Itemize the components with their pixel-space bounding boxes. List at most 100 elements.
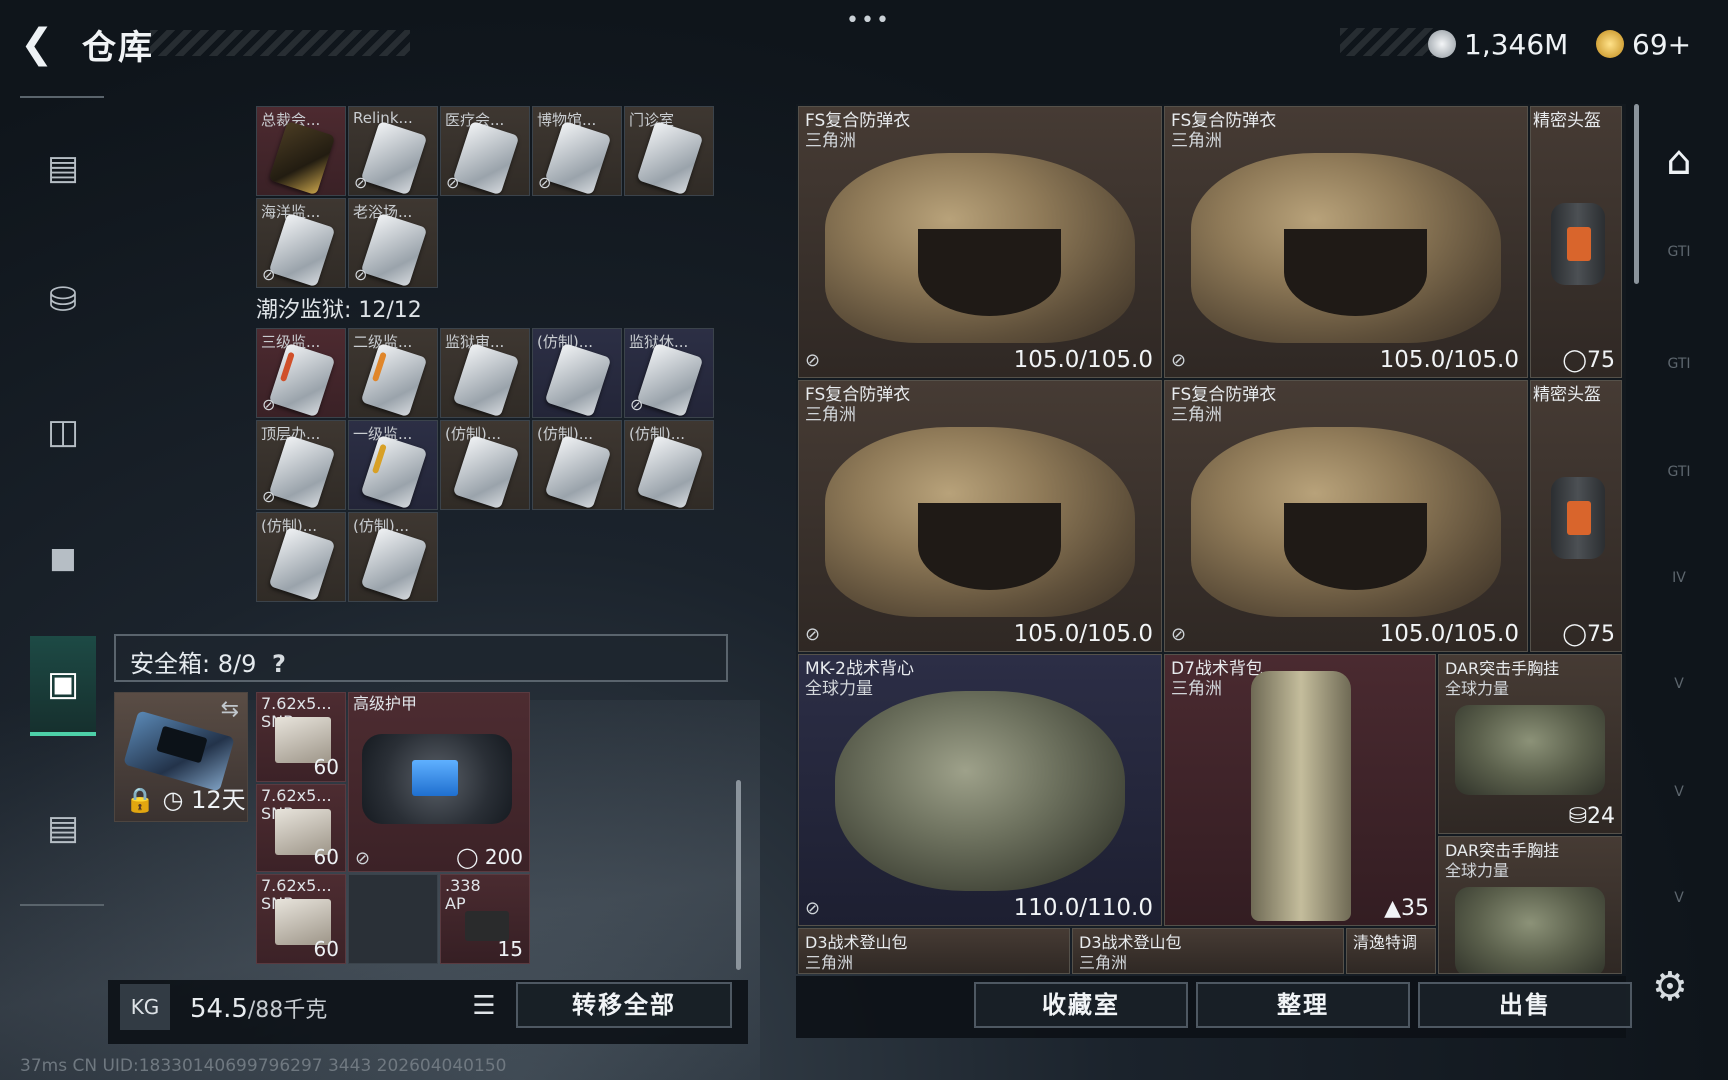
key-card-icon bbox=[268, 212, 336, 287]
key-item[interactable]: 门诊室 bbox=[624, 106, 714, 196]
no-trade-icon: ⊘ bbox=[262, 265, 276, 284]
help-icon[interactable]: ? bbox=[272, 650, 286, 678]
key-item[interactable]: Relink... ⊘ bbox=[348, 106, 438, 196]
swap-icon[interactable]: ⇆ bbox=[221, 697, 239, 722]
nav-weapons[interactable]: ▤ bbox=[30, 118, 96, 218]
item-name: D3战术登山包 三角洲 bbox=[805, 933, 908, 972]
nav-chest-rig[interactable]: ◫ bbox=[30, 382, 96, 482]
key-item[interactable]: 老浴场... ⊘ bbox=[348, 198, 438, 288]
chest-rig-icon: ◫ bbox=[46, 412, 80, 452]
key-item[interactable]: (仿制)... bbox=[348, 512, 438, 602]
tab-gti-3[interactable]: GTI bbox=[1648, 464, 1710, 524]
key-item[interactable]: 总裁会... bbox=[256, 106, 346, 196]
key-item[interactable]: (仿制)... bbox=[256, 512, 346, 602]
key-item[interactable]: 三级监... ⊘ bbox=[256, 328, 346, 418]
ammo-item[interactable]: .338 AP 15 bbox=[440, 874, 530, 964]
list-icon[interactable]: ☰ bbox=[464, 986, 504, 1026]
ammo-item[interactable]: 7.62x5...SNB 60 bbox=[256, 692, 346, 782]
inventory-item[interactable]: FS复合防弹衣 三角洲 ⊘ 105.0/105.0 bbox=[798, 106, 1162, 378]
tab-v-1[interactable]: V bbox=[1648, 676, 1710, 736]
key-card-icon bbox=[636, 342, 704, 417]
briefcase-icon: ▤ bbox=[46, 808, 80, 848]
nav-armor[interactable]: ⛁ bbox=[30, 250, 96, 350]
key-item[interactable]: 二级监... bbox=[348, 328, 438, 418]
ammo-count: 60 bbox=[313, 845, 339, 869]
key-item[interactable]: 监狱审... bbox=[440, 328, 530, 418]
empty-slot[interactable] bbox=[348, 874, 438, 964]
key-item[interactable]: (仿制)... bbox=[440, 420, 530, 510]
inventory-item[interactable]: FS复合防弹衣 三角洲 ⊘ 105.0/105.0 bbox=[1164, 106, 1528, 378]
no-trade-icon: ⊘ bbox=[538, 173, 552, 192]
ammo-item[interactable]: 7.62x5...SNB 60 bbox=[256, 874, 346, 964]
key-item[interactable]: 医疗会... ⊘ bbox=[440, 106, 530, 196]
tab-v-3[interactable]: V bbox=[1648, 890, 1710, 950]
silver-amount: 1,346M bbox=[1464, 27, 1569, 61]
key-card-icon bbox=[452, 120, 520, 195]
nav-safe-box[interactable]: ▣ bbox=[30, 636, 96, 736]
key-item[interactable]: (仿制)... bbox=[532, 420, 622, 510]
gold-currency[interactable]: 69+ bbox=[1596, 24, 1691, 64]
item-name: FS复合防弹衣 三角洲 bbox=[1171, 111, 1277, 151]
ammo-count: 15 bbox=[497, 937, 523, 961]
ammo-item[interactable]: 7.62x5...SNB 60 bbox=[256, 784, 346, 872]
item-name: DAR突击手胸挂 全球力量 bbox=[1445, 841, 1560, 880]
item-name: 精密头盔 bbox=[1533, 385, 1601, 405]
no-trade-icon: ⊘ bbox=[805, 350, 821, 371]
tab-gti-1[interactable]: GTI bbox=[1648, 244, 1710, 304]
safe-box-days: 12天 bbox=[191, 786, 246, 814]
key-item[interactable]: 海洋监... ⊘ bbox=[256, 198, 346, 288]
key-card-icon bbox=[452, 434, 520, 509]
item-capacity: ▲35 bbox=[1384, 896, 1429, 921]
tab-gti-2[interactable]: GTI bbox=[1648, 356, 1710, 416]
transfer-all-button[interactable]: 转移全部 bbox=[516, 982, 732, 1028]
tab-v-2[interactable]: V bbox=[1648, 784, 1710, 844]
inventory-item[interactable]: MK-2战术背心 全球力量 ⊘ 110.0/110.0 bbox=[798, 654, 1162, 926]
body-armor-icon bbox=[1191, 427, 1501, 617]
key-item[interactable]: 监狱休... ⊘ bbox=[624, 328, 714, 418]
key-card-icon bbox=[636, 434, 704, 509]
inventory-item[interactable]: D3战术登山包 三角洲 bbox=[1072, 928, 1344, 974]
nav-briefcase[interactable]: ▤ bbox=[30, 778, 96, 878]
safe-box-container[interactable]: ⇆ 🔒 ◷ 12天 bbox=[114, 692, 248, 822]
inventory-item[interactable]: 精密头盔 ◯75 bbox=[1530, 380, 1622, 652]
armor-bag-icon bbox=[362, 734, 512, 824]
key-item[interactable]: (仿制)... bbox=[532, 328, 622, 418]
title-hatch bbox=[150, 30, 410, 56]
gun-icon: ▤ bbox=[46, 148, 80, 188]
status-bar: 37ms CN UID:18330140699796297 3443 20260… bbox=[20, 1056, 507, 1076]
back-arrow-icon[interactable]: ❮ bbox=[20, 24, 62, 66]
item-durability: 110.0/110.0 bbox=[1013, 895, 1153, 921]
inventory-item[interactable]: FS复合防弹衣 三角洲 ⊘ 105.0/105.0 bbox=[1164, 380, 1528, 652]
currency-hatch bbox=[1340, 28, 1440, 56]
more-menu-icon[interactable]: ••• bbox=[846, 8, 891, 33]
home-storage-icon[interactable]: ⌂ bbox=[1648, 138, 1710, 198]
gear-icon[interactable]: ⚙ bbox=[1652, 964, 1688, 1010]
item-durability: 105.0/105.0 bbox=[1379, 347, 1519, 373]
no-trade-icon: ⊘ bbox=[355, 848, 371, 869]
key-card-icon bbox=[636, 120, 704, 195]
right-scrollbar[interactable] bbox=[1634, 104, 1639, 284]
nav-backpack[interactable]: ◼ bbox=[30, 508, 96, 608]
inventory-item[interactable]: D3战术登山包 三角洲 bbox=[798, 928, 1070, 974]
key-card-icon bbox=[544, 342, 612, 417]
key-item[interactable]: 博物馆... ⊘ bbox=[532, 106, 622, 196]
armor-bag-label: 高级护甲 bbox=[353, 694, 418, 713]
inventory-item[interactable]: 清逸特调 bbox=[1346, 928, 1436, 974]
sell-button[interactable]: 出售 bbox=[1418, 982, 1632, 1028]
inventory-item[interactable]: FS复合防弹衣 三角洲 ⊘ 105.0/105.0 bbox=[798, 380, 1162, 652]
key-item[interactable]: 一级监... bbox=[348, 420, 438, 510]
sort-button[interactable]: 整理 bbox=[1196, 982, 1410, 1028]
key-item[interactable]: 顶层办... ⊘ bbox=[256, 420, 346, 510]
collection-room-button[interactable]: 收藏室 bbox=[974, 982, 1188, 1028]
key-item[interactable]: (仿制)... bbox=[624, 420, 714, 510]
inventory-item[interactable]: D7战术背包 三角洲 ▲35 bbox=[1164, 654, 1436, 926]
key-card-icon bbox=[360, 434, 428, 509]
inventory-item[interactable]: DAR突击手胸挂 全球力量 ⛁24 bbox=[1438, 654, 1622, 834]
chest-rig-icon bbox=[1455, 705, 1605, 795]
inventory-item[interactable]: DAR突击手胸挂 全球力量 bbox=[1438, 836, 1622, 974]
inventory-item[interactable]: 精密头盔 ◯75 bbox=[1530, 106, 1622, 378]
left-scrollbar[interactable] bbox=[736, 780, 741, 970]
gold-coin-icon bbox=[1596, 30, 1624, 58]
tab-iv[interactable]: IV bbox=[1648, 570, 1710, 630]
key-card-icon bbox=[268, 120, 336, 195]
